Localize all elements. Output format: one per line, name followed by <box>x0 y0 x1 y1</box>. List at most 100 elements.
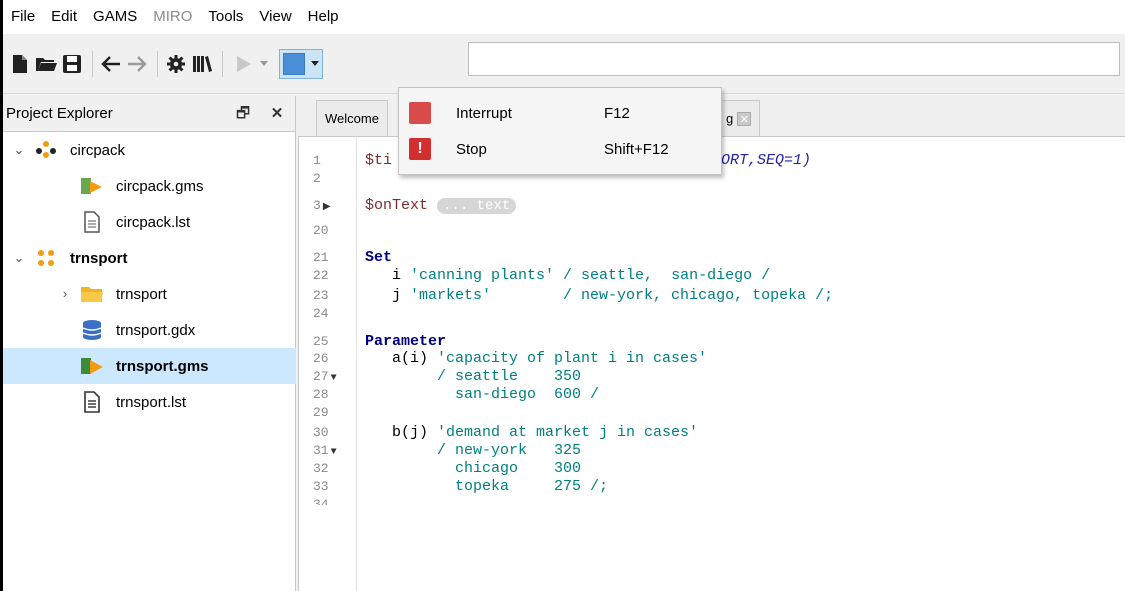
undock-icon[interactable]: 🗗 <box>234 105 252 123</box>
line-number: 23 <box>313 288 329 303</box>
menu-help[interactable]: Help <box>300 0 347 34</box>
toolbar-separator <box>222 50 223 77</box>
open-folder-button[interactable] <box>34 50 58 78</box>
tab-label: g <box>725 111 734 126</box>
forward-button[interactable] <box>125 50 149 78</box>
back-button[interactable] <box>99 50 123 78</box>
tree-item-trnsport-folder[interactable]: › trnsport <box>0 276 296 312</box>
model-library-button[interactable] <box>190 50 214 78</box>
database-icon <box>82 320 102 340</box>
tree-item-label: circpack.lst <box>116 213 191 231</box>
project-explorer: Project Explorer 🗗 ✕ ⌄ circpack circpack… <box>0 96 296 591</box>
save-icon <box>63 54 81 73</box>
stop-split-button[interactable] <box>279 48 323 79</box>
forward-arrow-icon <box>128 55 147 72</box>
settings-button[interactable] <box>164 50 188 78</box>
tree-item-trnsport-project[interactable]: ⌄ trnsport <box>0 240 296 276</box>
menu-item-stop[interactable]: ! Stop Shift+F12 <box>399 132 721 166</box>
project-dots-icon <box>36 141 56 158</box>
tree-item-label: trnsport.gdx <box>116 321 196 339</box>
command-line-input[interactable] <box>468 42 1120 76</box>
line-number-gutter: 1 2 3 ▶ 20 21 22 23 24 25 26 27 ▼ 28 29 30… <box>299 137 357 591</box>
gms-file-icon <box>81 178 102 194</box>
menu-file[interactable]: File <box>0 0 43 34</box>
tab-label: Welcome <box>325 111 379 126</box>
run-dropdown-caret-icon[interactable] <box>260 61 268 66</box>
save-button[interactable] <box>60 50 84 78</box>
line-number: 33 <box>313 479 329 494</box>
stop-icon: ! <box>409 138 431 160</box>
tree-item-circpack-gms[interactable]: circpack.gms <box>0 168 296 204</box>
model-library-icon <box>193 55 212 72</box>
new-file-button[interactable] <box>8 50 32 78</box>
code-line-3: $onText ... text <box>365 197 517 215</box>
close-icon[interactable]: ✕ <box>737 111 752 126</box>
tree-item-label: circpack.gms <box>116 177 204 195</box>
line-number: 3 ▶ <box>313 198 331 213</box>
line-number: 29 <box>313 405 329 420</box>
fold-expand-icon[interactable]: ▶ <box>323 202 331 213</box>
explorer-header: Project Explorer 🗗 ✕ <box>0 96 295 132</box>
fold-collapse-icon[interactable]: ▼ <box>331 447 337 458</box>
back-arrow-icon <box>101 55 120 72</box>
tree-item-circpack[interactable]: ⌄ circpack <box>0 132 296 168</box>
new-file-icon <box>13 54 27 73</box>
menu-miro[interactable]: MIRO <box>145 0 200 34</box>
code-line-28: san-diego 600 / <box>365 386 600 403</box>
menu-item-label: Interrupt <box>456 104 512 122</box>
tree-item-trnsport-lst[interactable]: trnsport.lst <box>0 384 296 420</box>
open-folder-icon <box>36 57 57 71</box>
chevron-down-icon[interactable]: ⌄ <box>12 143 26 157</box>
code-line-27: / seattle 350 <box>365 368 582 385</box>
line-number: 32 <box>313 461 329 476</box>
menu-item-interrupt[interactable]: Interrupt F12 <box>399 96 721 130</box>
tree-item-label: trnsport.lst <box>116 393 187 411</box>
line-number: 28 <box>313 387 329 402</box>
folded-text-pill[interactable]: ... text <box>437 198 517 214</box>
line-number: 20 <box>313 223 329 238</box>
tree-item-trnsport-gms[interactable]: trnsport.gms <box>0 348 296 384</box>
fold-collapse-icon[interactable]: ▼ <box>331 373 337 384</box>
menu-tools[interactable]: Tools <box>200 0 251 34</box>
line-number: 24 <box>313 306 329 321</box>
tab-hidden-file[interactable]: g ✕ <box>716 100 761 136</box>
line-number: 30 <box>313 425 329 440</box>
line-number: 27 ▼ <box>313 369 337 384</box>
code-line-26: a(i) 'capacity of plant i in cases' <box>365 350 708 367</box>
code-line-21: Set <box>365 249 393 266</box>
tab-welcome[interactable]: Welcome <box>316 100 388 136</box>
chevron-right-icon[interactable]: › <box>58 287 72 301</box>
run-icon <box>237 55 251 72</box>
menu-item-shortcut: F12 <box>604 104 630 122</box>
menu-edit[interactable]: Edit <box>43 0 85 34</box>
tree-item-label: trnsport <box>70 249 128 267</box>
line-number: 22 <box>313 268 329 283</box>
tree-item-circpack-lst[interactable]: circpack.lst <box>0 204 296 240</box>
chevron-down-icon[interactable]: ⌄ <box>12 251 26 265</box>
window-border <box>0 0 3 591</box>
folder-icon <box>81 287 103 302</box>
text-file-icon <box>84 211 100 233</box>
code-line-33: topeka 275 /; <box>365 478 609 495</box>
code-line-31: / new-york 325 <box>365 442 582 459</box>
line-number: 2 <box>313 171 321 186</box>
menu-view[interactable]: View <box>251 0 299 34</box>
menu-item-label: Stop <box>456 140 487 158</box>
close-icon[interactable]: ✕ <box>268 105 286 123</box>
tree-item-label: trnsport <box>116 285 167 303</box>
gms-file-icon <box>81 358 103 374</box>
line-number: 31 ▼ <box>313 443 337 458</box>
stop-icon <box>283 52 305 75</box>
line-number: 26 <box>313 351 329 366</box>
tree-item-label: trnsport.gms <box>116 357 209 375</box>
stop-dropdown-caret-icon[interactable] <box>311 61 319 66</box>
run-split-button[interactable] <box>229 49 271 79</box>
code-line-30: b(j) 'demand at market j in cases' <box>365 424 699 441</box>
code-editor[interactable]: 1 2 3 ▶ 20 21 22 23 24 25 26 27 ▼ 28 29 30… <box>298 136 1125 591</box>
line-number: 25 <box>313 334 329 349</box>
menu-gams[interactable]: GAMS <box>85 0 145 34</box>
line-number: 21 <box>313 250 329 265</box>
menu-bar: File Edit GAMS MIRO Tools View Help <box>0 0 1125 34</box>
toolbar <box>0 34 1125 94</box>
tree-item-trnsport-gdx[interactable]: trnsport.gdx <box>0 312 296 348</box>
